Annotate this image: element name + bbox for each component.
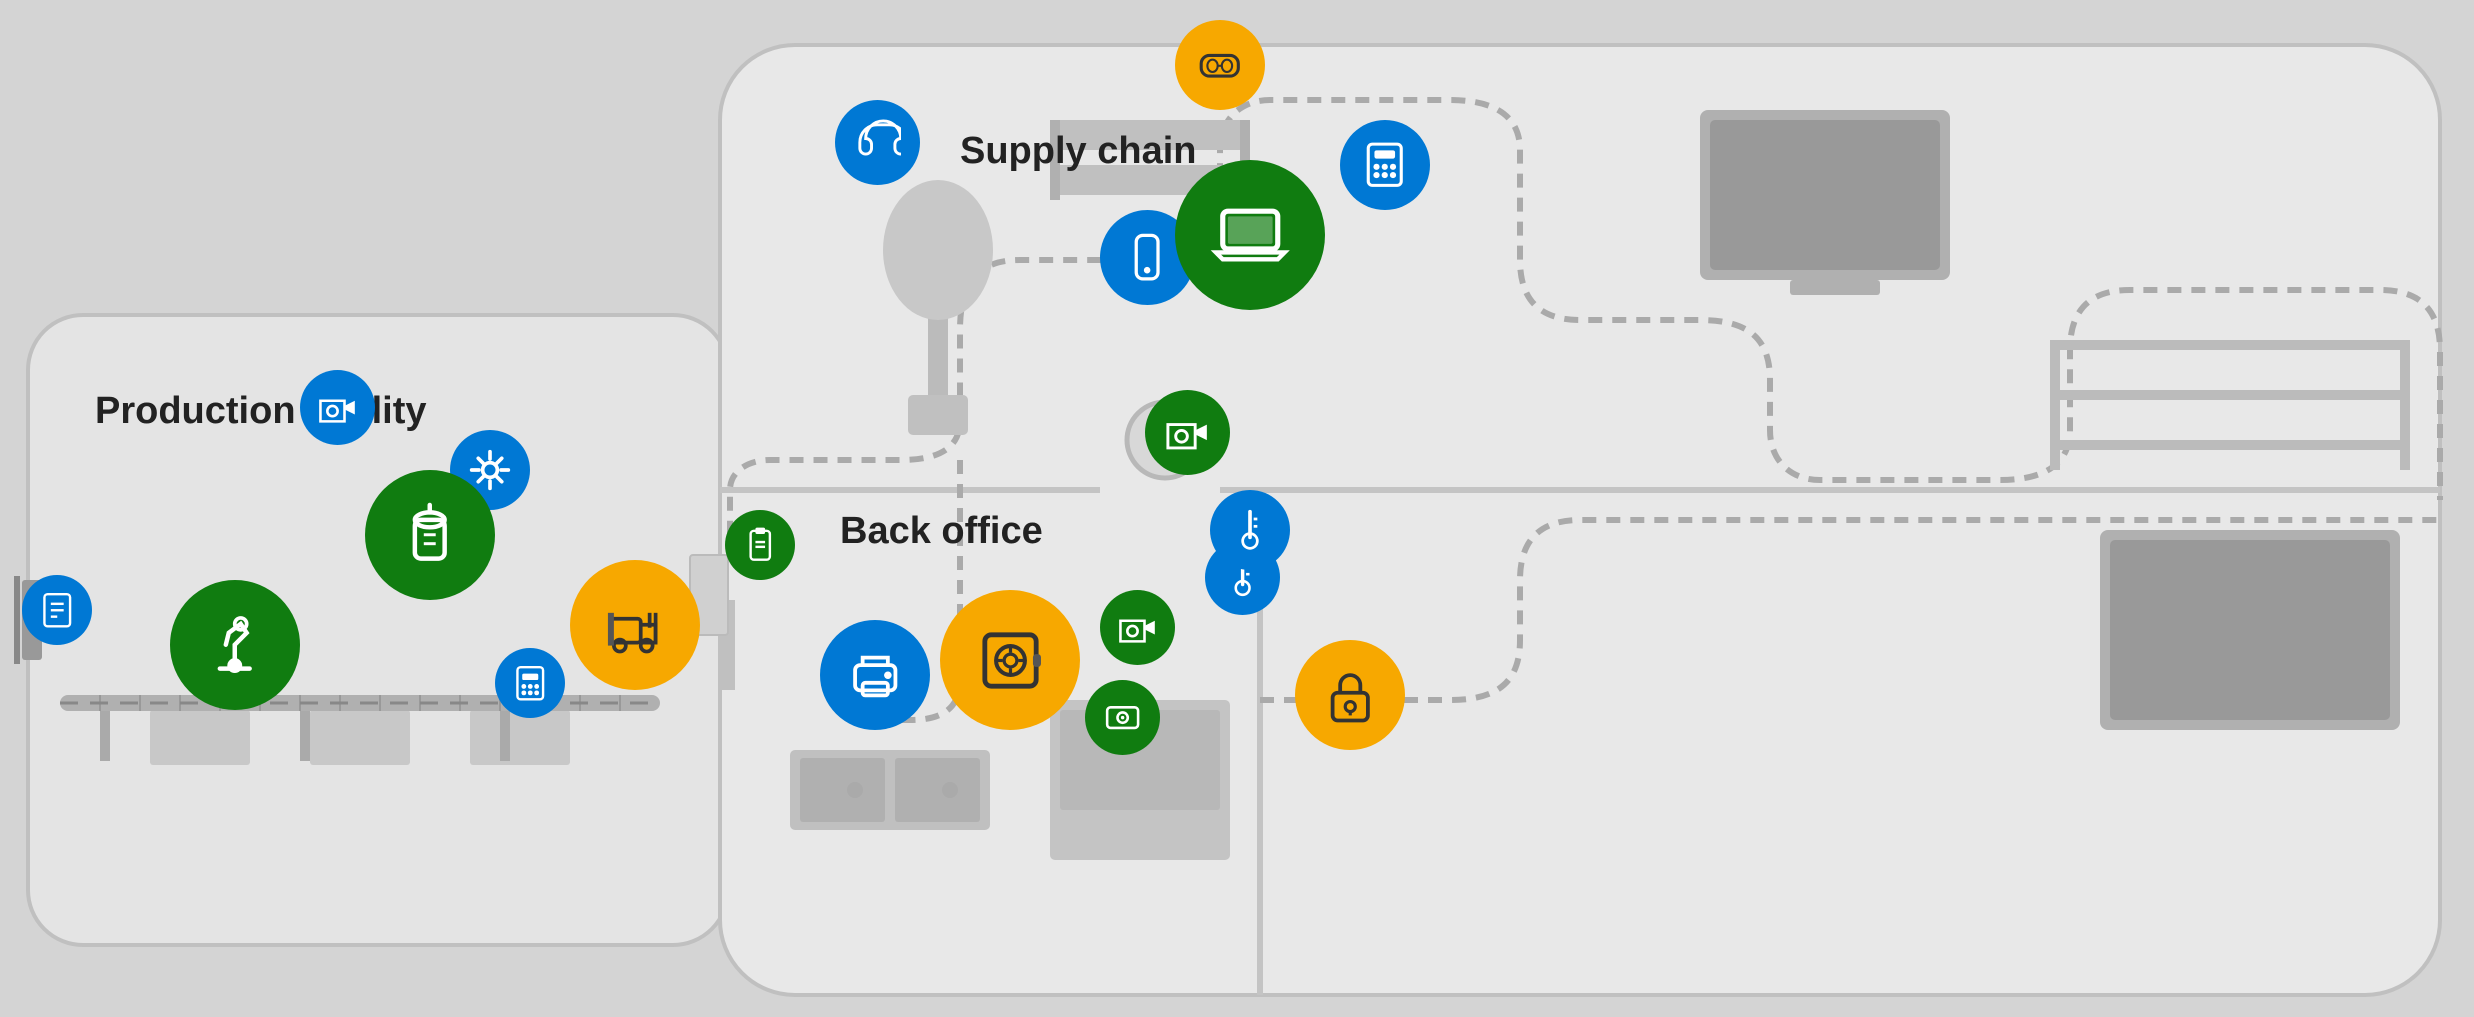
supply-chain-keypad-icon[interactable]	[1340, 120, 1430, 210]
production-facility-label: Production facility	[95, 390, 426, 433]
production-panel-icon[interactable]	[22, 575, 92, 645]
supply-chain-camera-icon[interactable]	[1145, 390, 1230, 475]
production-keypad-icon[interactable]	[495, 648, 565, 718]
supply-chain-vr-headset-icon[interactable]	[1175, 20, 1265, 110]
supply-chain-label: Supply chain	[960, 130, 1196, 173]
supply-chain-lock-icon[interactable]	[1295, 640, 1405, 750]
production-camera-icon[interactable]	[300, 370, 375, 445]
back-office-badge-icon[interactable]	[725, 510, 795, 580]
back-office-camera-small-icon[interactable]	[1100, 590, 1175, 665]
supply-chain-headset-icon[interactable]	[835, 100, 920, 185]
back-office-safe-icon[interactable]	[940, 590, 1080, 730]
scene: Production facility Back office Supply c…	[0, 0, 2474, 1017]
production-robot-arm-icon[interactable]	[170, 580, 300, 710]
back-office-printer-icon[interactable]	[820, 620, 930, 730]
back-office-storage-icon[interactable]	[1085, 680, 1160, 755]
supply-chain-laptop-icon[interactable]	[1175, 160, 1325, 310]
back-office-label: Back office	[840, 510, 1043, 553]
production-tank-icon[interactable]	[365, 470, 495, 600]
supply-chain-sensor-icon[interactable]	[1210, 490, 1290, 570]
production-forklift-icon[interactable]	[570, 560, 700, 690]
